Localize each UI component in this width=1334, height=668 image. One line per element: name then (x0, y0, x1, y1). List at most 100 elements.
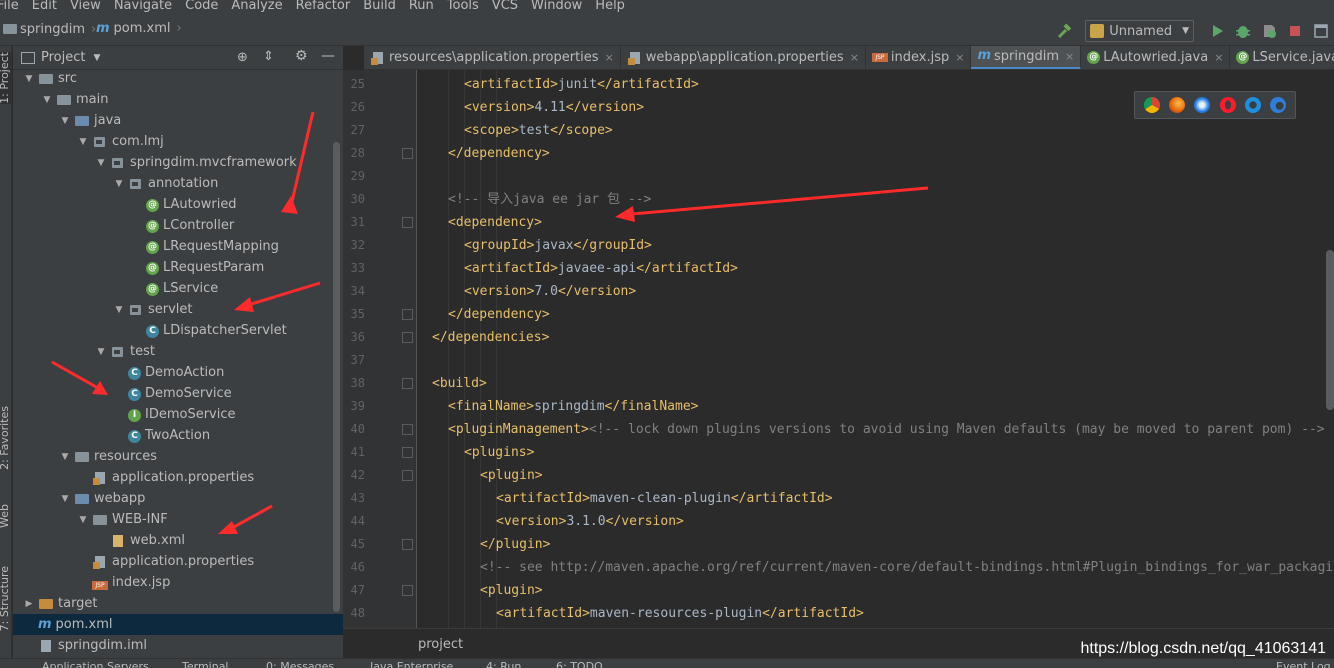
editor-breadcrumb[interactable]: project (418, 637, 463, 652)
tree-node[interactable]: @ LAutowried (13, 194, 343, 215)
fold-marker-icon[interactable] (402, 378, 413, 389)
tree-node[interactable]: web.xml (13, 530, 343, 551)
bottom-tool-tab[interactable]: 4: Run (486, 660, 521, 668)
editor-tab[interactable]: @ LAutowried.java × (1081, 46, 1231, 69)
tree-node[interactable]: ▶ target (13, 593, 343, 614)
code-editor[interactable]: <artifactId>junit</artifactId> <version>4… (418, 70, 1334, 628)
tree-node[interactable]: application.properties (13, 551, 343, 572)
edge-icon[interactable] (1270, 97, 1287, 113)
tree-node[interactable]: ▼ main (13, 89, 343, 110)
tool-window-favorites-tab[interactable]: 2: Favorites (0, 406, 11, 470)
coverage-icon[interactable] (1259, 21, 1279, 41)
editor-tab[interactable]: JSP index.jsp × (866, 46, 972, 69)
tree-node[interactable]: C LDispatcherServlet (13, 320, 343, 341)
close-tab-icon[interactable]: × (850, 51, 859, 64)
run-configuration-dropdown[interactable]: Unnamed ▼ (1085, 20, 1194, 42)
menu-item-edit[interactable]: Edit (32, 0, 57, 13)
hide-panel-icon[interactable]: — (321, 48, 335, 64)
expand-arrow-icon[interactable]: ▼ (113, 179, 125, 189)
menu-item-help[interactable]: Help (595, 0, 625, 13)
gear-icon[interactable]: ⚙ (295, 48, 308, 64)
tree-node[interactable]: ▼ src (13, 68, 343, 89)
tree-node[interactable]: ▼ resources (13, 446, 343, 467)
expand-arrow-icon[interactable]: ▼ (23, 74, 35, 84)
tool-window-web-tab[interactable]: Web (0, 504, 11, 528)
safari-icon[interactable] (1194, 97, 1211, 113)
bottom-tool-tab[interactable]: 0: Messages (266, 660, 334, 668)
firefox-icon[interactable] (1168, 97, 1185, 113)
tree-node[interactable]: application.properties (13, 467, 343, 488)
ie-icon[interactable] (1244, 97, 1261, 113)
collapse-all-icon[interactable]: ⇕ (263, 49, 274, 64)
tree-node[interactable]: @ LRequestParam (13, 257, 343, 278)
tree-node[interactable]: @ LController (13, 215, 343, 236)
fold-marker-icon[interactable] (402, 447, 413, 458)
tree-node[interactable]: @ LRequestMapping (13, 236, 343, 257)
menu-item-window[interactable]: Window (531, 0, 582, 13)
expand-arrow-icon[interactable]: ▼ (59, 116, 71, 126)
close-tab-icon[interactable]: × (1065, 50, 1074, 63)
tree-node[interactable]: ▼ springdim.mvcframework (13, 152, 343, 173)
fold-marker-icon[interactable] (402, 585, 413, 596)
close-tab-icon[interactable]: × (605, 51, 614, 64)
tree-node[interactable]: C DemoService (13, 383, 343, 404)
fold-marker-icon[interactable] (402, 309, 413, 320)
expand-arrow-icon[interactable]: ▼ (95, 158, 107, 168)
tree-node[interactable]: ▼ test (13, 341, 343, 362)
bottom-tool-tab[interactable]: Application Servers (42, 660, 149, 668)
chevron-down-icon[interactable]: ▼ (93, 53, 100, 63)
tree-node[interactable]: C DemoAction (13, 362, 343, 383)
tree-node[interactable]: springdim.iml (13, 635, 343, 656)
expand-arrow-icon[interactable]: ▼ (59, 494, 71, 504)
menu-item-file[interactable]: File (0, 0, 19, 13)
project-structure-icon[interactable] (1311, 21, 1331, 41)
tree-node[interactable]: ▼ annotation (13, 173, 343, 194)
expand-arrow-icon[interactable]: ▼ (113, 305, 125, 315)
expand-arrow-icon[interactable]: ▼ (77, 137, 89, 147)
tree-node[interactable]: ▼ WEB-INF (13, 509, 343, 530)
tree-node[interactable]: C TwoAction (13, 425, 343, 446)
menu-item-vcs[interactable]: VCS (492, 0, 518, 13)
project-tree-scrollbar[interactable] (333, 142, 340, 612)
bottom-tool-tab[interactable]: Java Enterprise (370, 660, 453, 668)
opera-icon[interactable] (1219, 97, 1236, 113)
close-tab-icon[interactable]: × (955, 51, 964, 64)
menu-item-build[interactable]: Build (363, 0, 396, 13)
menu-item-analyze[interactable]: Analyze (231, 0, 282, 13)
fold-marker-icon[interactable] (402, 217, 413, 228)
breadcrumb-file[interactable]: m pom.xml › (96, 21, 182, 36)
bottom-tool-tab[interactable]: Terminal (182, 660, 229, 668)
editor-tab[interactable]: @LService.java× (1230, 46, 1334, 69)
menu-item-run[interactable]: Run (409, 0, 434, 13)
fold-marker-icon[interactable] (402, 470, 413, 481)
editor-tab[interactable]: resources\application.properties × (364, 46, 621, 69)
editor-tab[interactable]: m springdim × (971, 46, 1082, 69)
tree-node[interactable]: ▼ webapp (13, 488, 343, 509)
menu-item-navigate[interactable]: Navigate (114, 0, 172, 13)
tree-node[interactable]: m pom.xml (13, 614, 343, 635)
stop-icon[interactable] (1285, 21, 1305, 41)
tool-window-project-tab[interactable]: 1: Project (0, 52, 11, 104)
tree-node[interactable]: ▼ com.lmj (13, 131, 343, 152)
build-hammer-icon[interactable] (1054, 21, 1074, 41)
expand-arrow-icon[interactable]: ▼ (95, 347, 107, 357)
menu-item-tools[interactable]: Tools (447, 0, 479, 13)
fold-marker-icon[interactable] (402, 539, 413, 550)
tree-node[interactable]: ▼ java (13, 110, 343, 131)
run-icon[interactable] (1207, 21, 1227, 41)
editor-scrollbar[interactable] (1326, 250, 1334, 410)
tool-window-structure-tab[interactable]: 7: Structure (0, 566, 11, 631)
menu-item-view[interactable]: View (70, 0, 101, 13)
collapse-arrow-icon[interactable]: ▶ (23, 599, 35, 609)
tree-node[interactable]: JSP index.jsp (13, 572, 343, 593)
locate-icon[interactable]: ⊕ (237, 50, 248, 65)
expand-arrow-icon[interactable]: ▼ (41, 95, 53, 105)
debug-icon[interactable] (1233, 21, 1253, 41)
expand-arrow-icon[interactable]: ▼ (59, 452, 71, 462)
fold-marker-icon[interactable] (402, 332, 413, 343)
fold-marker-icon[interactable] (402, 148, 413, 159)
menu-item-refactor[interactable]: Refactor (296, 0, 351, 13)
tree-node[interactable]: @ LService (13, 278, 343, 299)
project-panel-title[interactable]: Project (41, 50, 85, 65)
breadcrumb-project[interactable]: springdim › (2, 21, 102, 37)
